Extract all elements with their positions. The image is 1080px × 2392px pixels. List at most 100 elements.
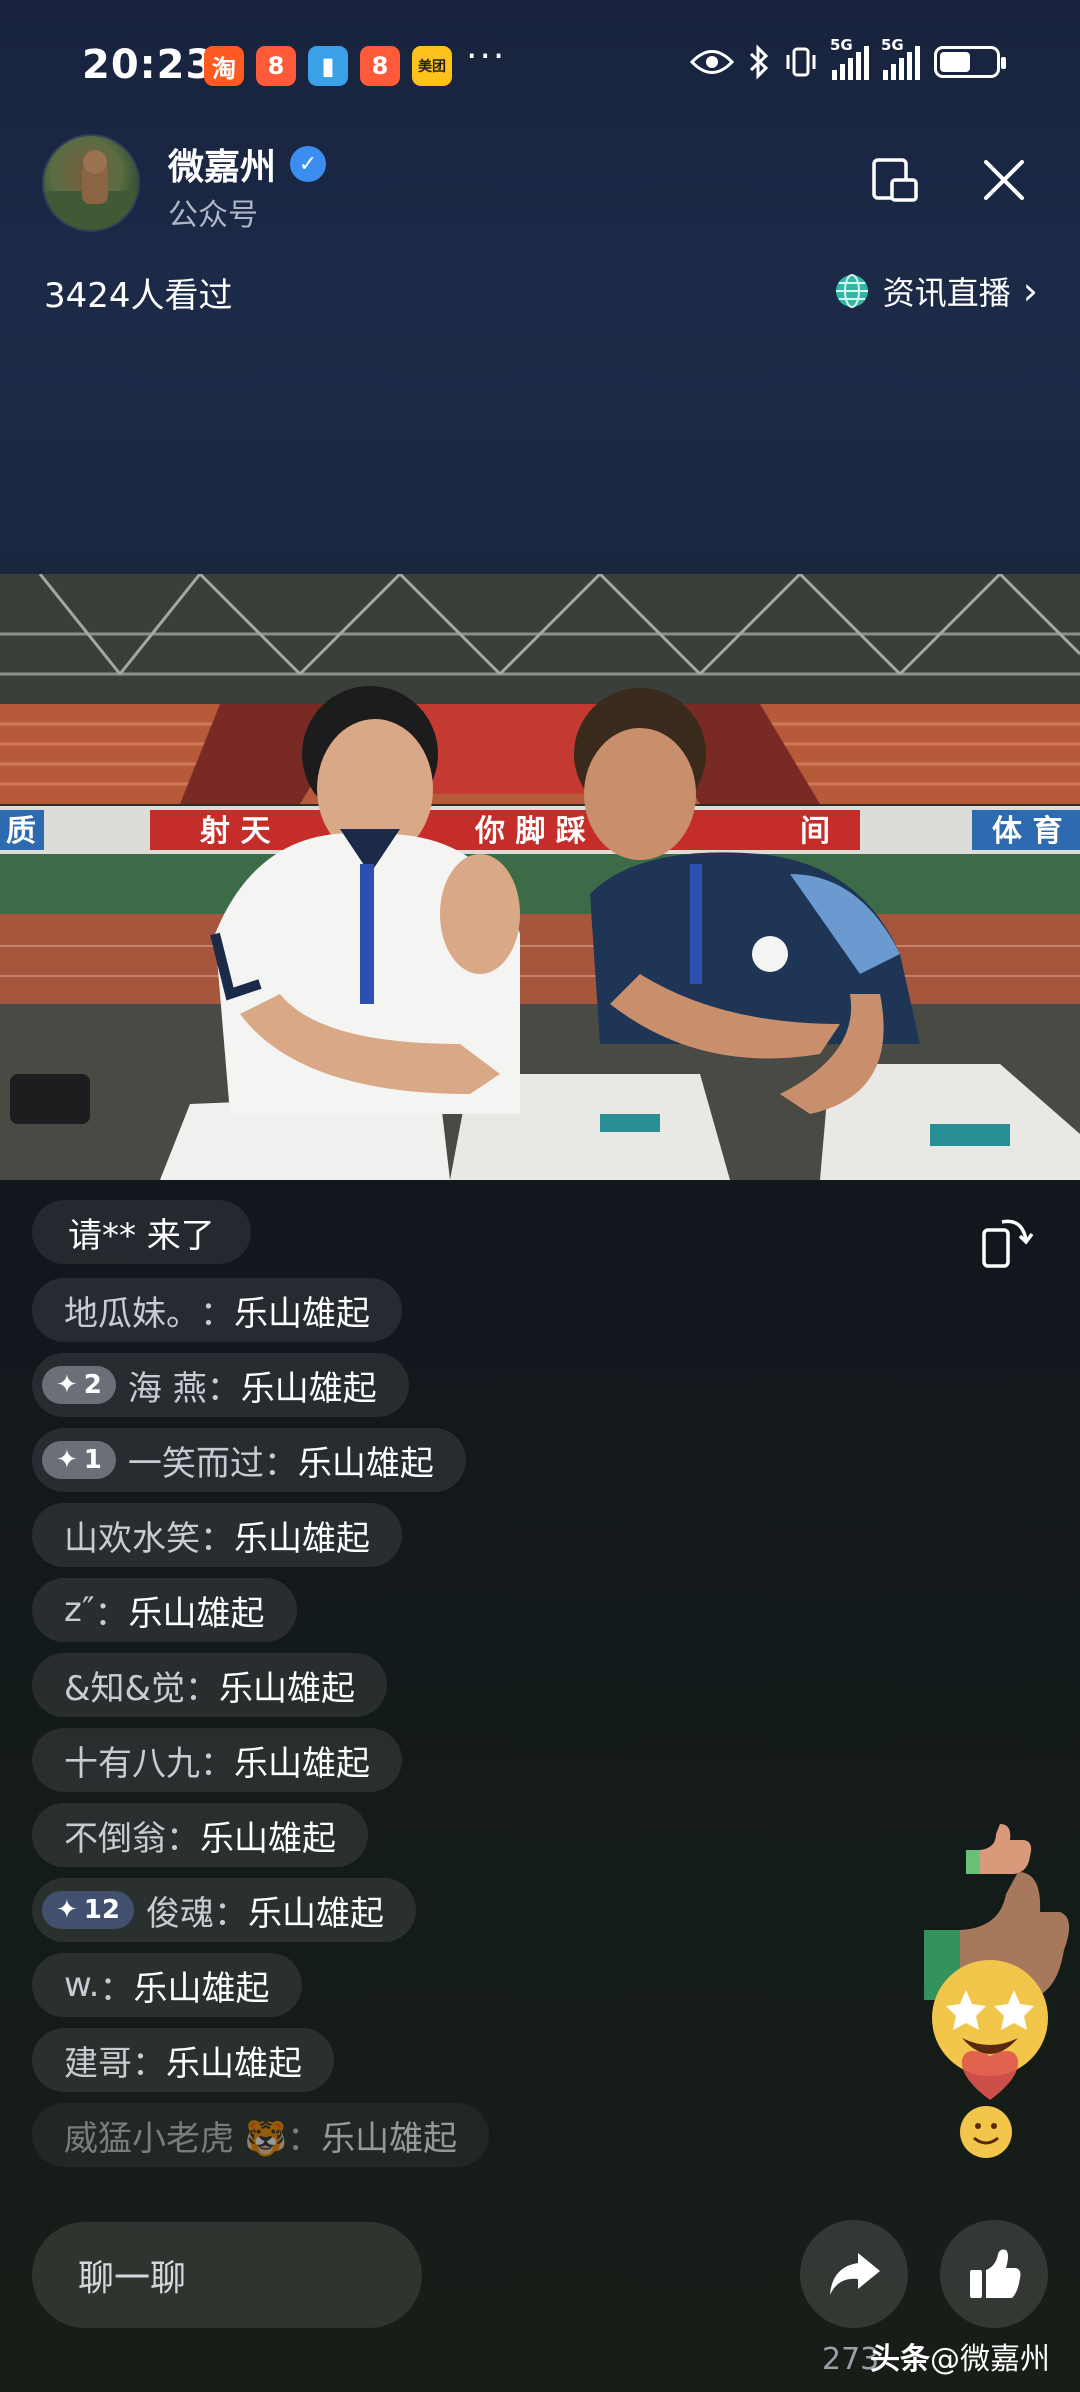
comment-separator: ： (200, 1293, 234, 1334)
comment-item[interactable]: 十有八九：乐山雄起 (32, 1728, 402, 1792)
signal-strength-2-icon: 5G (881, 36, 920, 80)
stadium-sign-right: 体 育 (992, 814, 1062, 849)
app-icon-orange: 8 (256, 46, 296, 86)
floating-like-emojis (924, 1824, 1070, 2158)
like-button[interactable] (940, 2220, 1048, 2328)
comment-separator: ： (287, 2118, 322, 2159)
user-level-badge: ✦ 12 (42, 1891, 134, 1929)
comment-item[interactable]: ✦ 2 海 燕：乐山雄起 (32, 1353, 409, 1417)
comment-text: 乐山雄起 (234, 1293, 370, 1334)
status-indicators: 5G 5G (690, 36, 1006, 80)
account-avatar[interactable] (42, 134, 140, 232)
comment-item[interactable]: w.：乐山雄起 (32, 1953, 302, 2017)
comment-separator: ： (94, 1593, 129, 1634)
comment-item[interactable]: 威猛小老虎 🐯：乐山雄起 (32, 2103, 490, 2167)
comment-text: 乐山雄起 (234, 1743, 370, 1784)
comment-username: 不倒翁 (64, 1818, 166, 1859)
book-app-icon: ▮ (308, 46, 348, 86)
share-button[interactable] (800, 2220, 908, 2328)
comment-item[interactable]: ✦ 12 俊魂：乐山雄起 (32, 1878, 416, 1942)
user-level-badge: ✦ 1 (42, 1441, 116, 1479)
comment-username: w. (64, 1965, 100, 2005)
account-name[interactable]: 微嘉州 ✓ (168, 138, 327, 190)
comment-separator: ： (206, 1368, 241, 1409)
notification-app-icons: 淘 8 ▮ 8 美团 (204, 46, 452, 86)
comment-text: 乐山雄起 (234, 1518, 370, 1559)
comment-separator: ： (132, 2043, 166, 2084)
share-arrow-icon (830, 2253, 880, 2295)
comment-item[interactable]: &知&觉：乐山雄起 (32, 1653, 388, 1717)
chat-input[interactable]: 聊一聊 (32, 2222, 422, 2328)
account-type: 公众号 (168, 198, 258, 233)
status-bar: 20:23 淘 8 ▮ 8 美团 ··· 5G 5G (0, 0, 1080, 130)
comment-item[interactable]: z″：乐山雄起 (32, 1578, 297, 1642)
comment-item[interactable]: 地瓜妹。：乐山雄起 (32, 1278, 402, 1342)
picture-in-picture-button[interactable] (868, 152, 924, 208)
comment-text: 乐山雄起 (200, 1818, 336, 1859)
viewer-count: 3424人看过 (44, 276, 233, 316)
close-button[interactable] (976, 152, 1032, 208)
live-news-link[interactable]: 资讯直播 › (833, 268, 1038, 314)
comment-username: 海 燕 (127, 1368, 207, 1409)
heart-icon (961, 2050, 1019, 2100)
comment-text: 乐山雄起 (133, 1968, 270, 2009)
stadium-banner-left: 射 天 (200, 814, 270, 849)
comment-separator: ： (200, 1518, 234, 1559)
comment-separator: ： (200, 1743, 234, 1784)
comment-text: 乐山雄起 (128, 1593, 265, 1634)
taobao-icon: 淘 (204, 46, 244, 86)
comment-separator: ： (213, 1893, 248, 1934)
comment-username: 威猛小老虎 🐯 (64, 2118, 288, 2159)
comment-username: 建哥 (64, 2043, 132, 2084)
stadium-banner-right: 间 (800, 814, 830, 849)
meituan-icon: 美团 (412, 46, 452, 86)
comment-text: 乐山雄起 (240, 1368, 377, 1409)
sparkle-icon: ✦ (56, 1370, 78, 1400)
stadium-sign-left: 质 (6, 814, 36, 849)
chevron-right-icon: › (1022, 269, 1038, 313)
comment-username: z″ (64, 1590, 95, 1630)
comment-separator: ： (185, 1668, 220, 1709)
comment-separator: ： (99, 1968, 134, 2009)
eye-icon (690, 50, 734, 74)
vibrate-icon (786, 47, 816, 77)
battery-icon (934, 46, 1006, 78)
user-level-badge: ✦ 2 (42, 1366, 116, 1404)
watermark-brand: 头条 (870, 2342, 930, 2377)
comment-text: 乐山雄起 (321, 2118, 458, 2159)
thumbs-up-small-icon (966, 1824, 1032, 1874)
app-icon-orange-2: 8 (360, 46, 400, 86)
comment-item[interactable]: ✦ 1 一笑而过：乐山雄起 (32, 1428, 466, 1492)
comment-username: &知&觉 (64, 1668, 186, 1709)
verified-check-icon: ✓ (290, 146, 327, 182)
comment-username: 地瓜妹。 (64, 1293, 200, 1334)
thumbs-up-icon (970, 2249, 1021, 2298)
comment-username: 十有八九 (64, 1743, 200, 1784)
comment-username: 一笑而过 (127, 1443, 264, 1484)
comment-username: 山欢水笑 (64, 1518, 200, 1559)
comment-item[interactable]: 建哥：乐山雄起 (32, 2028, 334, 2092)
watermark-account: @微嘉州 (930, 2342, 1050, 2377)
rotate-screen-button[interactable] (980, 1212, 1036, 1270)
comment-text: 乐山雄起 (297, 1443, 434, 1484)
comment-username: 俊魂 (145, 1893, 214, 1934)
stadium-banner-middle: 你 脚 踩 (474, 814, 586, 849)
comment-separator: ： (166, 1818, 200, 1859)
signal-strength-1-icon: 5G (830, 36, 869, 80)
comment-text: 乐山雄起 (219, 1668, 356, 1709)
comment-text: 乐山雄起 (166, 2043, 302, 2084)
comment-item[interactable]: 不倒翁：乐山雄起 (32, 1803, 368, 1867)
comment-text: 乐山雄起 (247, 1893, 384, 1934)
more-notifications-icon: ··· (466, 36, 507, 77)
sparkle-icon: ✦ (56, 1895, 78, 1925)
toutiao-watermark: 头条@微嘉州 (870, 2334, 1050, 2378)
live-video-player[interactable]: 射 天 你 脚 踩 间 体 育 质 (0, 574, 1080, 1180)
status-time: 20:23 (82, 42, 215, 88)
sparkle-icon: ✦ (56, 1445, 78, 1475)
bluetooth-icon (749, 44, 769, 80)
smile-emoji-icon (960, 2106, 1012, 2158)
globe-icon (835, 274, 868, 308)
join-notice: 请** 来了 (32, 1200, 251, 1264)
comment-separator: ： (263, 1443, 298, 1484)
comment-item[interactable]: 山欢水笑：乐山雄起 (32, 1503, 402, 1567)
